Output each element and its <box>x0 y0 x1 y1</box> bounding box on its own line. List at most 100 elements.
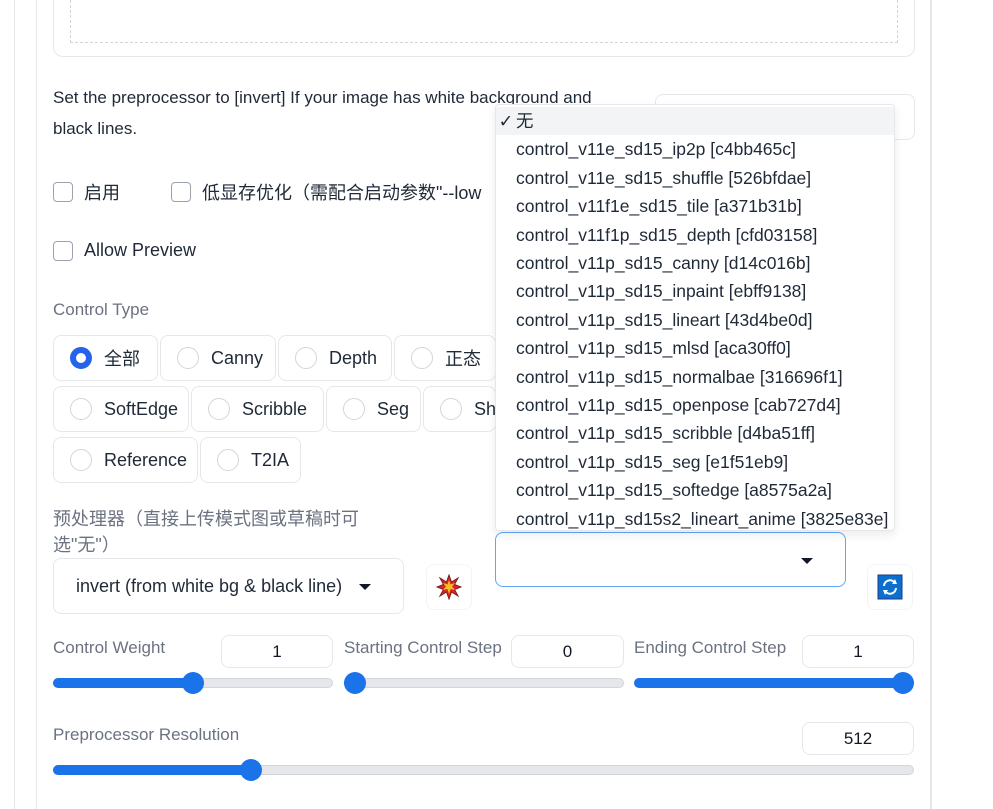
radio-dot[interactable] <box>440 398 462 420</box>
radio-dot[interactable] <box>343 398 365 420</box>
dropdown-item-label: control_v11p_sd15s2_lineart_anime [3825e… <box>516 508 889 529</box>
refresh-icon <box>877 574 903 600</box>
dropdown-item-label: 无 <box>516 111 534 131</box>
enable-label: 启用 <box>84 183 120 203</box>
run-preprocessor-button[interactable] <box>426 564 472 610</box>
dropdown-item-model[interactable]: control_v11p_sd15_lineart [43d4be0d] <box>496 306 894 334</box>
radio-label: SoftEdge <box>104 398 179 419</box>
preprocessor-resolution-label: Preprocessor Resolution <box>53 725 240 744</box>
slider-thumb[interactable] <box>892 672 914 694</box>
dropdown-item-model[interactable]: control_v11e_sd15_shuffle [526bfdae] <box>496 164 894 192</box>
allow-preview-checkbox-row[interactable]: Allow Preview <box>53 240 196 261</box>
slider-thumb[interactable] <box>344 672 366 694</box>
starting-step-label: Starting Control Step <box>344 638 502 657</box>
radio-label: 全部 <box>104 349 140 369</box>
radio-all[interactable]: 全部 <box>53 335 158 381</box>
slider-thumb[interactable] <box>182 672 204 694</box>
low-vram-checkbox[interactable] <box>171 182 191 202</box>
low-vram-checkbox-row[interactable]: 低显存优化（需配合启动参数"--low <box>171 179 481 205</box>
radio-softedge[interactable]: SoftEdge <box>53 386 189 432</box>
starting-step-input[interactable]: 0 <box>511 635 624 668</box>
radio-reference[interactable]: Reference <box>53 437 198 483</box>
radio-label: 正态 <box>445 349 481 369</box>
radio-normal[interactable]: 正态 <box>394 335 496 381</box>
dropdown-item-model[interactable]: control_v11p_sd15_scribble [d4ba51ff] <box>496 419 894 447</box>
dropdown-item-model[interactable]: control_v11f1e_sd15_tile [a371b31b] <box>496 192 894 220</box>
ending-step-input[interactable]: 1 <box>802 635 914 668</box>
dropdown-item-label: control_v11p_sd15_normalbae [316696f1] <box>516 366 843 387</box>
dropdown-item-label: control_v11p_sd15_openpose [cab727d4] <box>516 395 841 415</box>
check-icon: ✓ <box>498 111 514 131</box>
dropdown-item-label: control_v11p_sd15_softedge [a8575a2a] <box>516 480 832 501</box>
dropdown-item-label: control_v11p_sd15_inpaint [ebff9138] <box>516 281 807 302</box>
dropdown-item-label: control_v11e_sd15_shuffle [526bfdae] <box>516 167 812 188</box>
dropdown-item-model[interactable]: control_v11p_sd15_inpaint [ebff9138] <box>496 277 894 305</box>
slider-fill <box>53 678 193 688</box>
model-select[interactable] <box>495 532 846 587</box>
dropdown-item-model[interactable]: control_v11p_sd15_openpose [cab727d4] <box>496 391 894 419</box>
radio-label: Depth <box>329 347 378 368</box>
dropdown-item-model[interactable]: control_v11p_sd15_seg [e1f51eb9] <box>496 448 894 476</box>
dropdown-item-label: control_v11f1e_sd15_tile [a371b31b] <box>516 196 802 217</box>
dropdown-item-model[interactable]: control_v11p_sd15_softedge [a8575a2a] <box>496 476 894 504</box>
slider-fill <box>634 678 903 688</box>
dropdown-item-model[interactable]: control_v11p_sd15_normalbae [316696f1] <box>496 363 894 391</box>
radio-scribble[interactable]: Scribble <box>191 386 324 432</box>
radio-t2ia[interactable]: T2IA <box>200 437 301 483</box>
radio-label: Scribble <box>242 398 308 419</box>
preprocessor-resolution-slider[interactable] <box>53 759 914 781</box>
enable-checkbox[interactable] <box>53 182 73 202</box>
enable-checkbox-row[interactable]: 启用 <box>53 179 120 205</box>
dropdown-item-model[interactable]: control_v11p_sd15s2_lineart_anime [3825e… <box>496 505 894 530</box>
preprocessor-resolution-input[interactable]: 512 <box>802 722 914 755</box>
dropdown-item-label: control_v11p_sd15_lineart [43d4be0d] <box>516 309 813 330</box>
dropdown-item-none[interactable]: ✓ 无 <box>496 107 894 135</box>
dropdown-item-label: control_v11p_sd15_mlsd [aca30ff0] <box>516 338 791 359</box>
chevron-down-icon <box>359 584 371 590</box>
radio-dot[interactable] <box>208 398 230 420</box>
allow-preview-label: Allow Preview <box>84 240 197 260</box>
ending-step-slider[interactable] <box>634 672 914 694</box>
radio-dot[interactable] <box>217 449 239 471</box>
image-drop-zone[interactable] <box>70 0 898 43</box>
starting-step-slider[interactable] <box>344 672 624 694</box>
dropdown-item-model[interactable]: control_v11p_sd15_mlsd [aca30ff0] <box>496 334 894 362</box>
slider-thumb[interactable] <box>240 759 263 781</box>
dropdown-item-label: control_v11f1p_sd15_depth [cfd03158] <box>516 224 818 245</box>
radio-dot[interactable] <box>70 398 92 420</box>
low-vram-label: 低显存优化（需配合启动参数"--low <box>202 183 482 203</box>
dropdown-item-label: control_v11p_sd15_canny [d14c016b] <box>516 253 811 273</box>
model-dropdown-list[interactable]: ✓ 无 control_v11e_sd15_ip2p [c4bb465c] contr… <box>495 104 895 531</box>
preprocessor-value: invert (from white bg & black line) <box>76 575 343 596</box>
control-weight-slider[interactable] <box>53 672 333 694</box>
chevron-down-icon <box>801 558 813 564</box>
dropdown-item-model[interactable]: control_v11p_sd15_canny [d14c016b] <box>496 249 894 277</box>
radio-label: Reference <box>104 449 188 470</box>
dropdown-item-label: control_v11p_sd15_seg [e1f51eb9] <box>516 451 789 472</box>
radio-seg[interactable]: Seg <box>326 386 421 432</box>
control-weight-label: Control Weight <box>53 638 166 657</box>
radio-dot[interactable] <box>295 347 317 369</box>
refresh-models-button[interactable] <box>867 564 913 610</box>
ending-step-label: Ending Control Step <box>634 638 787 657</box>
control-weight-input[interactable]: 1 <box>221 635 333 668</box>
dropdown-item-label: control_v11p_sd15_scribble [d4ba51ff] <box>516 423 816 444</box>
dropdown-item-label: control_v11e_sd15_ip2p [c4bb465c] <box>516 139 796 160</box>
explosion-icon <box>436 574 462 600</box>
radio-dot[interactable] <box>177 347 199 369</box>
preprocessor-select[interactable]: invert (from white bg & black line) <box>53 558 404 614</box>
radio-canny[interactable]: Canny <box>160 335 276 381</box>
slider-fill <box>53 765 252 775</box>
radio-shuffle[interactable]: Shu <box>423 386 496 432</box>
radio-label: Shu <box>474 398 496 419</box>
dropdown-item-model[interactable]: control_v11e_sd15_ip2p [c4bb465c] <box>496 135 894 163</box>
dropdown-item-model[interactable]: control_v11f1p_sd15_depth [cfd03158] <box>496 221 894 249</box>
radio-label: T2IA <box>251 449 290 470</box>
radio-label: Seg <box>377 398 410 419</box>
radio-dot[interactable] <box>411 347 433 369</box>
allow-preview-checkbox[interactable] <box>53 240 73 261</box>
control-type-label: Control Type <box>53 300 150 319</box>
radio-dot[interactable] <box>70 449 92 471</box>
radio-dot[interactable] <box>70 347 92 369</box>
radio-depth[interactable]: Depth <box>278 335 392 381</box>
